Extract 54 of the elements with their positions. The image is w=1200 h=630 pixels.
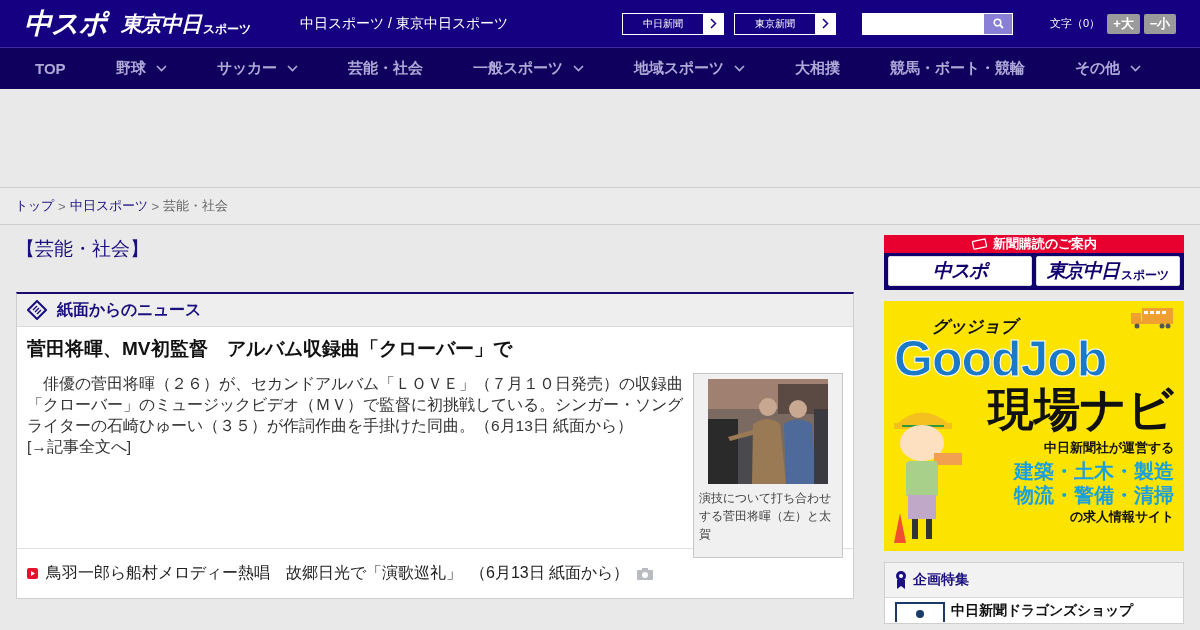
- ad-text: 建築・土木・製造: [1014, 459, 1174, 483]
- logo-text: スポーツ: [1121, 267, 1169, 284]
- logo-text: スポーツ: [203, 20, 251, 38]
- photo-caption: 演技について打ち合わせする菅田将暉（左）と太賀: [699, 490, 832, 543]
- banner-title: 新聞購読のご案内: [992, 235, 1097, 253]
- ad-title: 現場ナビ: [988, 384, 1174, 434]
- breadcrumb-link[interactable]: 中日スポーツ: [69, 197, 148, 215]
- newspaper-logo-button[interactable]: 中スポ: [888, 256, 1032, 286]
- search-icon: [992, 18, 1004, 29]
- logo-text: 東京中日: [1047, 259, 1119, 283]
- chevron-down-icon: [572, 65, 584, 72]
- chevron-down-icon: [286, 65, 298, 72]
- nav-item[interactable]: 競馬・ボート・競輪: [873, 48, 1041, 89]
- feature-link[interactable]: 中日新聞ドラゴンズショップ: [951, 602, 1133, 622]
- play-bullet-icon: [27, 568, 38, 579]
- newspaper-link[interactable]: 中日新聞: [622, 12, 724, 35]
- truck-icon: [1130, 307, 1174, 329]
- read-more-link[interactable]: [→記事全文へ]: [27, 438, 132, 455]
- newspaper-link[interactable]: 東京新聞: [734, 12, 836, 35]
- site-title: 中日スポーツ / 東京中日スポーツ: [300, 14, 509, 33]
- logo-text: 中スポ: [933, 259, 987, 283]
- panel-title: 企画特集: [913, 571, 969, 589]
- news-link[interactable]: 鳥羽一郎ら船村メロディー熱唱 故郷日光で「演歌巡礼」: [46, 563, 462, 584]
- nav-item[interactable]: 地域スポーツ: [617, 48, 761, 89]
- nav-item[interactable]: 芸能・社会: [331, 48, 439, 89]
- breadcrumb-link[interactable]: トップ: [15, 197, 54, 215]
- font-size-label: 文字（0）: [1050, 16, 1101, 31]
- chevron-down-icon: [733, 65, 745, 72]
- nav-item[interactable]: 大相撲: [778, 48, 856, 89]
- ad-text: の求人情報サイト: [1070, 509, 1174, 526]
- chevron-right-icon: [821, 18, 829, 29]
- logo-text: 東京中日: [121, 10, 201, 37]
- chevron-down-icon: [155, 65, 167, 72]
- ad-text: 物流・警備・清掃: [1014, 483, 1174, 507]
- search-field[interactable]: [862, 12, 1013, 35]
- nav-item[interactable]: サッカー: [200, 48, 314, 89]
- article-headline[interactable]: 菅田将暉、MV初監督 アルバム収録曲「クローバー」で: [27, 336, 843, 362]
- nav-item[interactable]: 一般スポーツ: [456, 48, 600, 89]
- article-summary: 俳優の菅田将暉（２６）が、セカンドアルバム「ＬＯＶＥ」（７月１０日発売）の収録曲「クローバー」のミュージックビデオ（ＭＶ）で監督に初挑戦している。シンガー・ソングライターの石崎ひゅーい（３５）が作詞作曲を手掛けた同曲。（6月13日 紙面から） [→記事全文へ]: [27, 374, 683, 457]
- section-title: 紙面からのニュース: [57, 299, 201, 320]
- breadcrumb-current: 芸能・社会: [163, 197, 229, 215]
- chevron-down-icon: [1129, 65, 1141, 72]
- newspaper-icon: [27, 300, 47, 320]
- award-ribbon-icon: [895, 570, 907, 590]
- nav-item[interactable]: その他: [1058, 48, 1157, 89]
- news-date: （6月13日 紙面から）: [470, 563, 630, 583]
- ticket-icon: [971, 238, 988, 250]
- ad-text: 中日新聞社が運営する: [1044, 440, 1174, 457]
- page-heading: 【芸能・社会】: [16, 237, 150, 259]
- breadcrumb-separator: >: [151, 198, 160, 214]
- nav-item[interactable]: TOP: [19, 48, 82, 89]
- nav-item[interactable]: 野球: [99, 48, 183, 89]
- breadcrumb-separator: >: [58, 198, 66, 214]
- chevron-right-icon: [709, 18, 717, 29]
